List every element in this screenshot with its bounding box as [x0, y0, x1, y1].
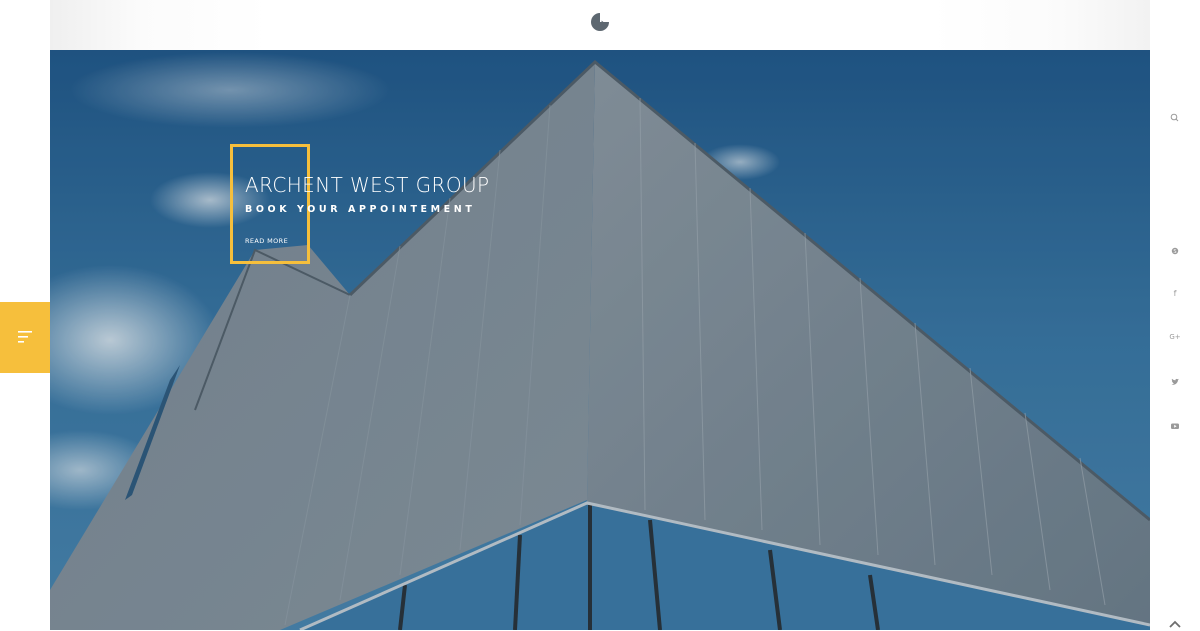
hero-subtitle: BOOK YOUR APPOINTEMENT	[245, 204, 476, 215]
chevron-up-icon[interactable]	[1168, 617, 1182, 631]
google-plus-icon[interactable]: G+	[1168, 333, 1182, 341]
read-more-link[interactable]: READ MORE	[245, 237, 288, 245]
hero-title: ARCHENT WEST GROUP	[245, 173, 490, 197]
facebook-icon[interactable]: f	[1168, 289, 1182, 298]
brand-logo-icon[interactable]	[590, 12, 610, 32]
twitter-icon[interactable]	[1168, 375, 1182, 389]
youtube-icon[interactable]	[1168, 419, 1182, 433]
skype-icon[interactable]: S	[1168, 244, 1182, 258]
menu-lines-icon	[17, 329, 33, 345]
search-icon[interactable]	[1168, 111, 1182, 125]
hero-overlay	[50, 50, 1150, 630]
site-header	[50, 0, 1150, 50]
svg-text:S: S	[1173, 249, 1176, 255]
hero-banner	[50, 50, 1150, 630]
